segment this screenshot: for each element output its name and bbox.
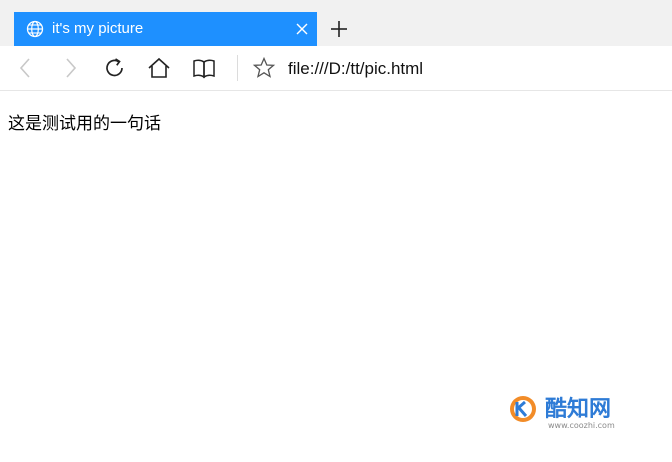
tab-title: it's my picture [52, 20, 144, 37]
toolbar-separator [237, 55, 238, 81]
new-tab-plus-icon[interactable] [330, 20, 348, 38]
star-icon[interactable] [252, 56, 276, 80]
active-tab[interactable]: it's my picture [14, 12, 317, 46]
page-text: 这是测试用的一句话 [8, 114, 161, 134]
coozhi-logo: 酷知网 www.coozhi.com [510, 396, 615, 430]
back-arrow-icon[interactable] [14, 56, 38, 80]
book-icon[interactable] [192, 56, 216, 80]
browser-window: it's my picture file:///D:/tt/pic.html 这… [0, 0, 672, 462]
close-icon[interactable] [295, 22, 309, 36]
forward-arrow-icon[interactable] [58, 56, 82, 80]
navigation-bar: file:///D:/tt/pic.html [0, 46, 672, 91]
refresh-icon[interactable] [103, 56, 127, 80]
tab-strip: it's my picture [0, 0, 672, 46]
address-bar[interactable]: file:///D:/tt/pic.html [288, 59, 423, 79]
watermark-url: www.coozhi.com [548, 421, 615, 430]
globe-icon [26, 20, 44, 38]
watermark-brand: 酷知网 [545, 396, 611, 422]
home-icon[interactable] [147, 56, 171, 80]
